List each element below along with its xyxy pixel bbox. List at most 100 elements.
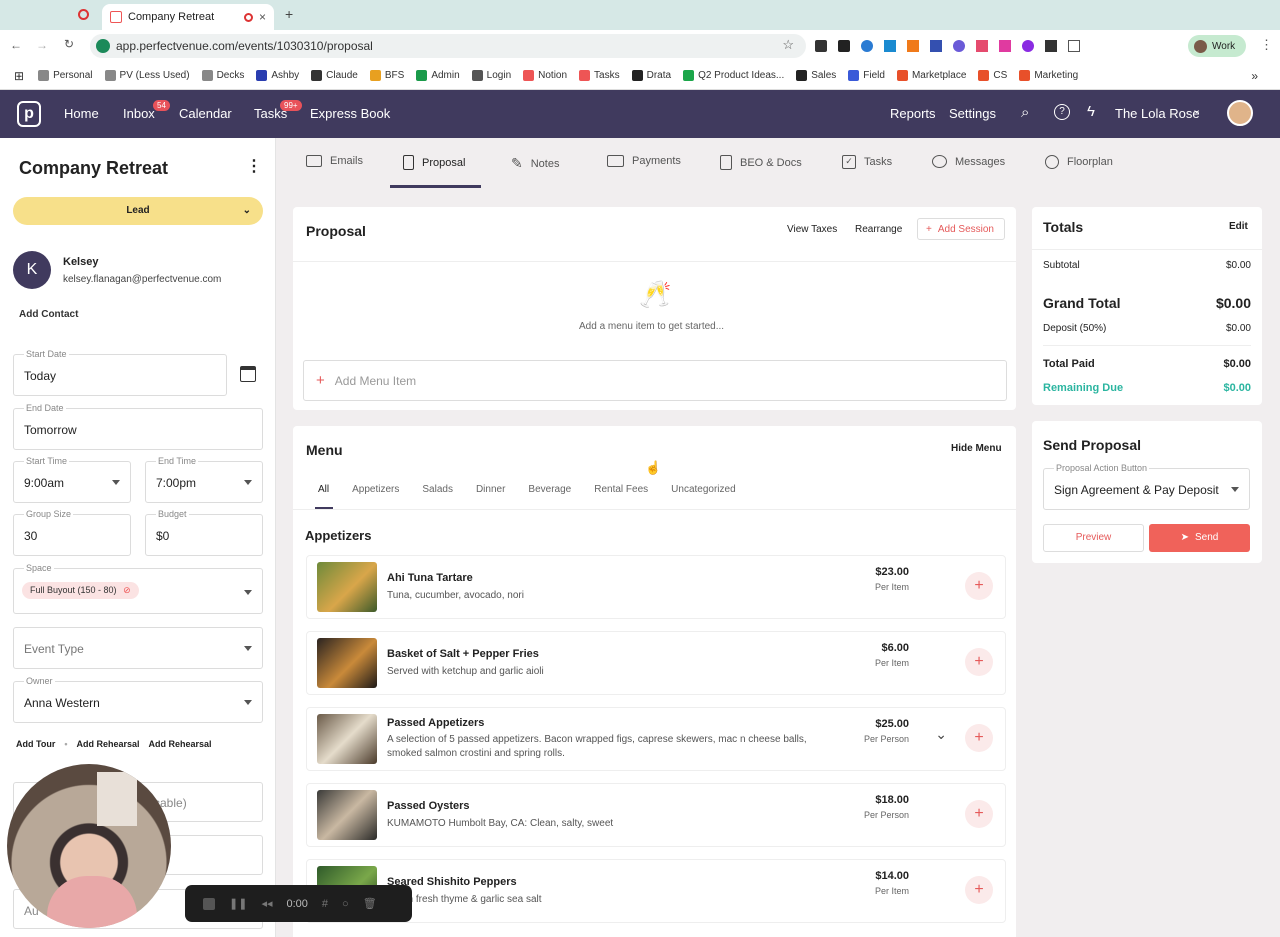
add-item-button[interactable]: + — [965, 648, 993, 676]
stop-icon[interactable] — [203, 897, 215, 910]
nav-reports[interactable]: Reports — [890, 106, 936, 121]
rewind-icon[interactable]: ◂◂ — [261, 897, 272, 910]
kebab-menu-icon[interactable]: ⋮ — [246, 156, 262, 176]
nav-calendar[interactable]: Calendar — [179, 106, 232, 121]
bookmark-item[interactable]: Field — [848, 70, 885, 81]
bookmark-item[interactable]: Q2 Product Ideas... — [683, 70, 784, 81]
filter-all[interactable]: All — [318, 484, 329, 495]
group-size-field[interactable]: Group Size 30 — [13, 509, 131, 556]
proposal-action-select[interactable]: Proposal Action Button Sign Agreement & … — [1043, 463, 1250, 510]
tab-beo-docs[interactable]: BEO & Docs — [720, 155, 802, 170]
filter-uncategorized[interactable]: Uncategorized — [671, 484, 735, 495]
add-item-button[interactable]: + — [965, 572, 993, 600]
notifications-icon[interactable]: ϟ — [1087, 103, 1095, 120]
filter-beverage[interactable]: Beverage — [528, 484, 571, 495]
search-icon[interactable]: ⌕ — [1021, 104, 1029, 121]
tab-tasks[interactable]: ✓ Tasks — [842, 155, 892, 169]
draw-icon[interactable]: ○ — [342, 898, 349, 910]
owner-select[interactable]: Owner Anna Western — [13, 676, 263, 723]
budget-field[interactable]: Budget $0 — [145, 509, 263, 556]
bookmark-item[interactable]: Ashby — [256, 70, 299, 81]
add-item-button[interactable]: + — [965, 800, 993, 828]
send-button[interactable]: ➤ Send — [1149, 524, 1250, 552]
calendar-icon[interactable] — [240, 366, 256, 382]
record-icon[interactable] — [78, 9, 89, 20]
bookmark-item[interactable]: PV (Less Used) — [104, 70, 190, 81]
nav-inbox[interactable]: Inbox — [123, 106, 155, 121]
add-rehearsal-link[interactable]: Add Rehearsal — [76, 739, 139, 749]
tab-proposal[interactable]: Proposal — [403, 155, 465, 170]
nav-settings[interactable]: Settings — [949, 106, 996, 121]
tab-emails[interactable]: Emails — [306, 155, 363, 167]
start-time-select[interactable]: Start Time 9:00am — [13, 456, 131, 503]
reload-icon[interactable]: ↻ — [64, 37, 74, 51]
edit-totals-button[interactable]: Edit — [1229, 221, 1248, 232]
filter-dinner[interactable]: Dinner — [476, 484, 505, 495]
bookmark-item[interactable]: Notion — [523, 70, 567, 81]
close-icon[interactable]: × — [259, 10, 266, 24]
bookmark-star-icon[interactable]: ☆ — [782, 37, 794, 53]
preview-button[interactable]: Preview — [1043, 524, 1144, 552]
apps-icon[interactable]: ⊞ — [14, 69, 24, 83]
bookmark-item[interactable]: CS — [978, 70, 1007, 81]
user-avatar[interactable] — [1227, 100, 1253, 126]
bookmark-item[interactable]: Personal — [38, 70, 93, 81]
hide-menu-button[interactable]: Hide Menu — [951, 443, 1002, 454]
add-rehearsal-link-2[interactable]: Add Rehearsal — [149, 739, 212, 749]
rearrange-button[interactable]: Rearrange — [855, 224, 902, 235]
proposal-action-label: Proposal Action Button — [1054, 463, 1150, 473]
bookmark-item[interactable]: Admin — [416, 70, 460, 81]
bookmark-item[interactable]: Sales — [796, 70, 836, 81]
tab-payments[interactable]: Payments — [607, 155, 681, 167]
status-dropdown[interactable]: Lead ⌄ — [13, 197, 263, 225]
bookmark-item[interactable]: Drata — [631, 70, 671, 81]
forward-icon[interactable]: → — [36, 38, 48, 52]
filter-salads[interactable]: Salads — [422, 484, 453, 495]
view-taxes-button[interactable]: View Taxes — [787, 224, 837, 235]
tab-notes[interactable]: ✎ Notes — [511, 155, 559, 172]
profile-button[interactable]: Work — [1188, 35, 1246, 57]
nav-home[interactable]: Home — [64, 106, 99, 121]
add-tour-link[interactable]: Add Tour — [16, 739, 55, 749]
venue-selector[interactable]: The Lola Rose — [1115, 106, 1200, 121]
bookmark-item[interactable]: Marketing — [1019, 70, 1078, 81]
tab-messages[interactable]: Messages — [932, 155, 1005, 168]
add-item-button[interactable]: + — [965, 724, 993, 752]
end-time-select[interactable]: End Time 7:00pm — [145, 456, 263, 503]
remove-icon[interactable]: ⊘ — [123, 585, 131, 595]
add-contact-link[interactable]: Add Contact — [19, 309, 78, 320]
url-field[interactable]: app.perfectvenue.com/events/1030310/prop… — [90, 34, 806, 58]
add-item-button[interactable]: + — [965, 876, 993, 904]
space-select[interactable]: Space Full Buyout (150 - 80) ⊘ — [13, 563, 263, 614]
event-type-select[interactable]: Event Type — [13, 627, 263, 669]
pause-icon[interactable]: ❚❚ — [229, 897, 247, 910]
bookmark-item[interactable]: Decks — [201, 70, 245, 81]
bookmark-item[interactable]: Claude — [311, 70, 358, 81]
browser-tab[interactable]: Company Retreat × — [102, 4, 274, 30]
space-chip[interactable]: Full Buyout (150 - 80) ⊘ — [22, 582, 139, 599]
bookmark-item[interactable]: Login — [471, 70, 511, 81]
nav-express-book[interactable]: Express Book — [310, 106, 390, 121]
perfectvenue-logo-icon[interactable]: p — [17, 101, 41, 127]
trash-icon[interactable]: 🗑 — [363, 897, 377, 910]
menu-icon[interactable]: ⋮ — [1260, 37, 1273, 53]
bookmark-item[interactable]: Tasks — [579, 70, 620, 81]
send-label: Send — [1195, 532, 1219, 543]
bookmark-label: Decks — [216, 70, 245, 81]
help-icon[interactable]: ? — [1054, 104, 1070, 120]
bookmark-item[interactable]: BFS — [369, 70, 404, 81]
tab-floorplan[interactable]: Floorplan — [1045, 155, 1113, 169]
grid-icon[interactable]: # — [322, 898, 328, 910]
contact-name[interactable]: Kelsey — [63, 256, 98, 268]
add-menu-item-input[interactable]: + Add Menu Item — [303, 360, 1007, 401]
add-session-button[interactable]: + Add Session — [917, 218, 1005, 240]
bookmark-item[interactable]: Marketplace — [896, 70, 966, 81]
new-tab-icon[interactable]: + — [285, 6, 293, 22]
more-bookmarks-icon[interactable]: » — [1251, 69, 1258, 83]
filter-appetizers[interactable]: Appetizers — [352, 484, 399, 495]
back-icon[interactable]: ← — [10, 38, 22, 52]
start-date-field[interactable]: Start Date Today — [13, 349, 227, 396]
end-date-field[interactable]: End Date Tomorrow — [13, 403, 263, 450]
chevron-down-icon[interactable]: ⌄ — [935, 726, 947, 743]
filter-rental-fees[interactable]: Rental Fees — [594, 484, 648, 495]
